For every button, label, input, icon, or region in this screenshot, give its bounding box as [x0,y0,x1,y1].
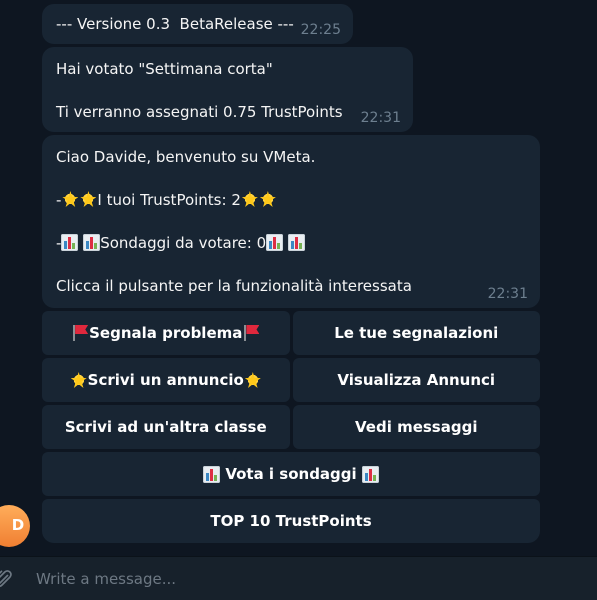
keyboard-row: Scrivi un annuncio Visualizza Annunci [42,358,540,402]
view-messages-button[interactable]: Vedi messaggi [292,405,540,449]
cta-text: Clicca il pulsante per la funzionalità i… [56,277,412,295]
bar-chart-icon [361,465,379,483]
bar-chart-icon [287,234,305,251]
message-time: 22:25 [300,22,341,38]
glowing-star-icon [79,190,98,208]
keyboard-row: Scrivi ad un'altra classe Vedi messaggi [42,405,540,449]
your-reports-label: Le tue segnalazioni [334,324,499,342]
glowing-star-icon [69,371,88,389]
red-flag-icon [242,324,260,342]
report-problem-button[interactable]: Segnala problema [42,311,290,355]
glowing-star-icon [258,190,277,208]
message-composer: Write a message... [0,556,597,600]
trustpoints-line: -I tuoi TrustPoints: 2 [56,190,526,210]
message-text: --- Versione 0.3 BetaRelease --- [56,15,294,33]
chat-area: --- Versione 0.3 BetaRelease --- 22:25 H… [0,0,597,556]
message-time: 22:31 [487,286,528,302]
avatar-letter: D [11,516,25,534]
bar-chart-icon [266,234,284,251]
red-flag-icon [71,324,89,342]
keyboard-row: Vota i sondaggi [42,452,540,496]
message-bubble-vote: Hai votato "Settimana corta" Ti verranno… [42,47,413,132]
glowing-star-icon [240,190,259,208]
message-bubble-version: --- Versione 0.3 BetaRelease --- 22:25 [42,4,353,44]
keyboard-row: Segnala problema Le tue segnalazioni [42,311,540,355]
message-text: Hai votato "Settimana corta" [56,60,273,78]
top10-trustpoints-button[interactable]: TOP 10 TrustPoints [42,499,540,543]
message-input[interactable]: Write a message... [36,570,176,588]
top10-label: TOP 10 TrustPoints [210,512,372,530]
polls-label: Sondaggi da votare: 0 [100,234,267,252]
polls-line: - Sondaggi da votare: 0 [56,233,526,253]
inline-keyboard: Segnala problema Le tue segnalazioni Scr… [42,311,540,546]
view-messages-label: Vedi messaggi [355,418,478,436]
greeting-text: Ciao Davide, benvenuto su VMeta. [56,148,316,166]
vote-polls-button[interactable]: Vota i sondaggi [42,452,540,496]
bar-chart-icon [83,234,101,251]
avatar[interactable]: D [0,505,30,547]
view-ads-button[interactable]: Visualizza Annunci [292,358,540,402]
bar-chart-icon [203,465,221,483]
message-text: Ti verranno assegnati 0.75 TrustPoints [56,103,343,121]
write-other-class-label: Scrivi ad un'altra classe [64,418,267,436]
trustpoints-label: I tuoi TrustPoints: 2 [97,191,241,209]
report-problem-label: Segnala problema [89,324,243,342]
write-ad-button[interactable]: Scrivi un annuncio [42,358,290,402]
bar-chart-icon [61,234,79,251]
write-other-class-button[interactable]: Scrivi ad un'altra classe [42,405,290,449]
message-time: 22:31 [360,110,401,126]
glowing-star-icon [243,371,262,389]
your-reports-button[interactable]: Le tue segnalazioni [292,311,540,355]
paperclip-icon[interactable] [0,568,14,590]
message-bubble-welcome: Ciao Davide, benvenuto su VMeta. -I tuoi… [42,135,540,308]
keyboard-row: TOP 10 TrustPoints [42,499,540,543]
glowing-star-icon [61,190,80,208]
write-ad-label: Scrivi un annuncio [87,371,244,389]
view-ads-label: Visualizza Annunci [337,371,496,389]
vote-polls-label: Vota i sondaggi [225,465,357,483]
